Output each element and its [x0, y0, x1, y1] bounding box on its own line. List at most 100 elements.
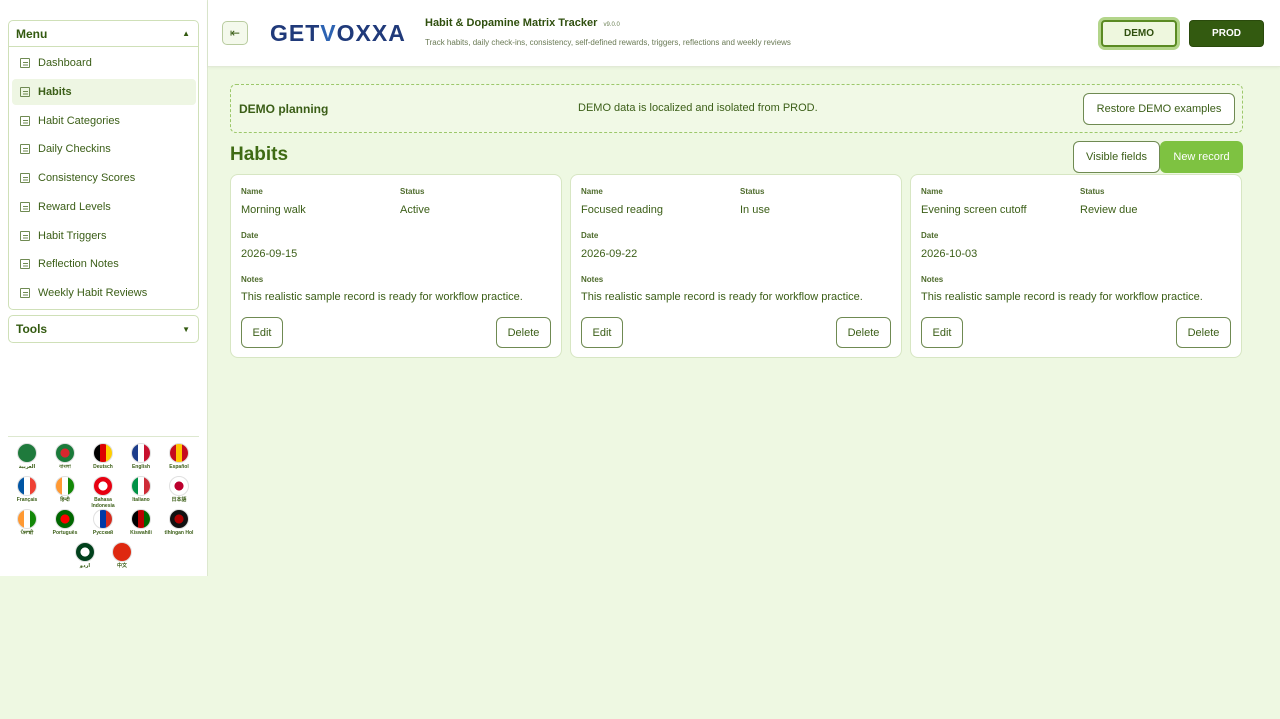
sidebar-item-reward-levels[interactable]: Reward Levels: [12, 194, 196, 220]
sidebar-item-label: Reflection Notes: [38, 258, 119, 270]
edit-button[interactable]: Edit: [921, 317, 963, 348]
language-flag[interactable]: Português: [47, 509, 83, 536]
document-icon: [20, 144, 30, 154]
language-flag[interactable]: 中文: [104, 542, 140, 569]
language-label: 日本語: [171, 497, 187, 503]
notes-label: Notes: [921, 275, 944, 284]
language-flag[interactable]: Deutsch: [85, 443, 121, 470]
sidebar-collapse-button[interactable]: ⇤: [222, 21, 248, 45]
banner-message: DEMO data is localized and isolated from…: [578, 102, 818, 114]
document-icon: [20, 58, 30, 68]
language-label: العربية: [18, 464, 36, 470]
language-label: Deutsch: [93, 464, 113, 470]
language-label: اردو: [79, 563, 91, 569]
record-status: Review due: [1080, 204, 1138, 216]
language-flag[interactable]: العربية: [9, 443, 45, 470]
sidebar-item-consistency-scores[interactable]: Consistency Scores: [12, 165, 196, 191]
sidebar-item-habit-triggers[interactable]: Habit Triggers: [12, 223, 196, 249]
record-card: Name Status Evening screen cutoff Review…: [910, 174, 1242, 358]
flag-icon: [169, 509, 189, 529]
restore-demo-button[interactable]: Restore DEMO examples: [1083, 93, 1235, 125]
language-flag[interactable]: Bahasa Indonesia: [85, 476, 121, 509]
sidebar-item-dashboard[interactable]: Dashboard: [12, 50, 196, 76]
delete-button[interactable]: Delete: [496, 317, 551, 348]
language-label: tlhIngan Hol: [164, 530, 194, 536]
language-label: Português: [52, 530, 78, 536]
record-status: Active: [400, 204, 430, 216]
edit-button[interactable]: Edit: [241, 317, 283, 348]
language-label: ਪੰਜਾਬੀ: [20, 530, 34, 536]
language-flag[interactable]: اردو: [67, 542, 103, 569]
demo-banner: DEMO planning DEMO data is localized and…: [230, 84, 1243, 133]
flag-icon: [93, 476, 113, 496]
flag-icon: [131, 509, 151, 529]
flag-icon: [17, 509, 37, 529]
flag-icon: [55, 476, 75, 496]
record-notes: This realistic sample record is ready fo…: [581, 291, 863, 303]
sidebar-item-label: Habit Triggers: [38, 230, 107, 242]
flag-icon: [93, 509, 113, 529]
app-header: ⇤ GETVOXXA Habit & Dopamine Matrix Track…: [208, 0, 1280, 67]
tools-panel-header[interactable]: Tools ▼: [9, 316, 198, 342]
language-flag[interactable]: Русский: [85, 509, 121, 536]
language-flag[interactable]: Italiano: [123, 476, 159, 503]
demo-env-button[interactable]: DEMO: [1101, 20, 1177, 47]
language-flag[interactable]: English: [123, 443, 159, 470]
new-record-button[interactable]: New record: [1160, 141, 1243, 173]
record-date: 2026-09-22: [581, 248, 638, 260]
record-status: In use: [740, 204, 770, 216]
flag-icon: [17, 443, 37, 463]
date-label: Date: [921, 231, 939, 240]
record-name: Focused reading: [581, 204, 663, 216]
getvoxxa-logo: GETVOXXA: [270, 20, 406, 47]
sidebar-item-label: Reward Levels: [38, 201, 111, 213]
language-flag[interactable]: Français: [9, 476, 45, 503]
chevron-up-icon: ▲: [182, 29, 190, 38]
edit-button[interactable]: Edit: [581, 317, 623, 348]
language-flag[interactable]: ਪੰਜਾਬੀ: [9, 509, 45, 536]
sidebar-collapse-icon: ⇤: [229, 26, 241, 40]
sidebar-item-reflection-notes[interactable]: Reflection Notes: [12, 251, 196, 277]
language-flag[interactable]: Español: [161, 443, 197, 470]
logo-text-suffix: OXXA: [336, 20, 406, 46]
sidebar-item-habit-categories[interactable]: Habit Categories: [12, 108, 196, 134]
language-label: 中文: [116, 563, 127, 569]
language-label: Русский: [92, 530, 114, 536]
tools-title: Tools: [16, 322, 48, 336]
menu-panel: Menu ▲ Dashboard Habits Habit Categories…: [8, 20, 199, 310]
document-icon: [20, 87, 30, 97]
flag-icon: [131, 443, 151, 463]
language-label: Français: [16, 497, 38, 503]
delete-button[interactable]: Delete: [836, 317, 891, 348]
flag-icon: [55, 443, 75, 463]
record-notes: This realistic sample record is ready fo…: [241, 291, 523, 303]
language-label: Italiano: [132, 497, 150, 503]
flag-icon: [17, 476, 37, 496]
language-flag[interactable]: 日本語: [161, 476, 197, 503]
sidebar-item-weekly-habit-reviews[interactable]: Weekly Habit Reviews: [12, 280, 196, 306]
sidebar-item-label: Habits: [38, 86, 72, 98]
prod-env-button[interactable]: PROD: [1189, 20, 1264, 47]
language-flag[interactable]: हिन्दी: [47, 476, 83, 503]
delete-button[interactable]: Delete: [1176, 317, 1231, 348]
menu-panel-header[interactable]: Menu ▲: [9, 21, 198, 47]
status-label: Status: [1080, 187, 1105, 196]
app-subtitle: Track habits, daily check-ins, consisten…: [425, 38, 791, 47]
banner-title: DEMO planning: [239, 102, 329, 116]
sidebar-item-habits[interactable]: Habits: [12, 79, 196, 105]
document-icon: [20, 173, 30, 183]
language-flag[interactable]: বাংলা: [47, 443, 83, 470]
visible-fields-button[interactable]: Visible fields: [1073, 141, 1160, 173]
document-icon: [20, 231, 30, 241]
sidebar: Menu ▲ Dashboard Habits Habit Categories…: [0, 0, 208, 576]
flag-icon: [131, 476, 151, 496]
status-label: Status: [400, 187, 425, 196]
name-label: Name: [241, 187, 263, 196]
language-label: Bahasa Indonesia: [91, 497, 115, 509]
language-flag[interactable]: Kiswahili: [123, 509, 159, 536]
logo-text-prefix: GET: [270, 20, 321, 46]
sidebar-item-daily-checkins[interactable]: Daily Checkins: [12, 136, 196, 162]
language-flag[interactable]: tlhIngan Hol: [161, 509, 197, 536]
sidebar-item-label: Weekly Habit Reviews: [38, 287, 148, 299]
language-label: हिन्दी: [60, 497, 70, 503]
